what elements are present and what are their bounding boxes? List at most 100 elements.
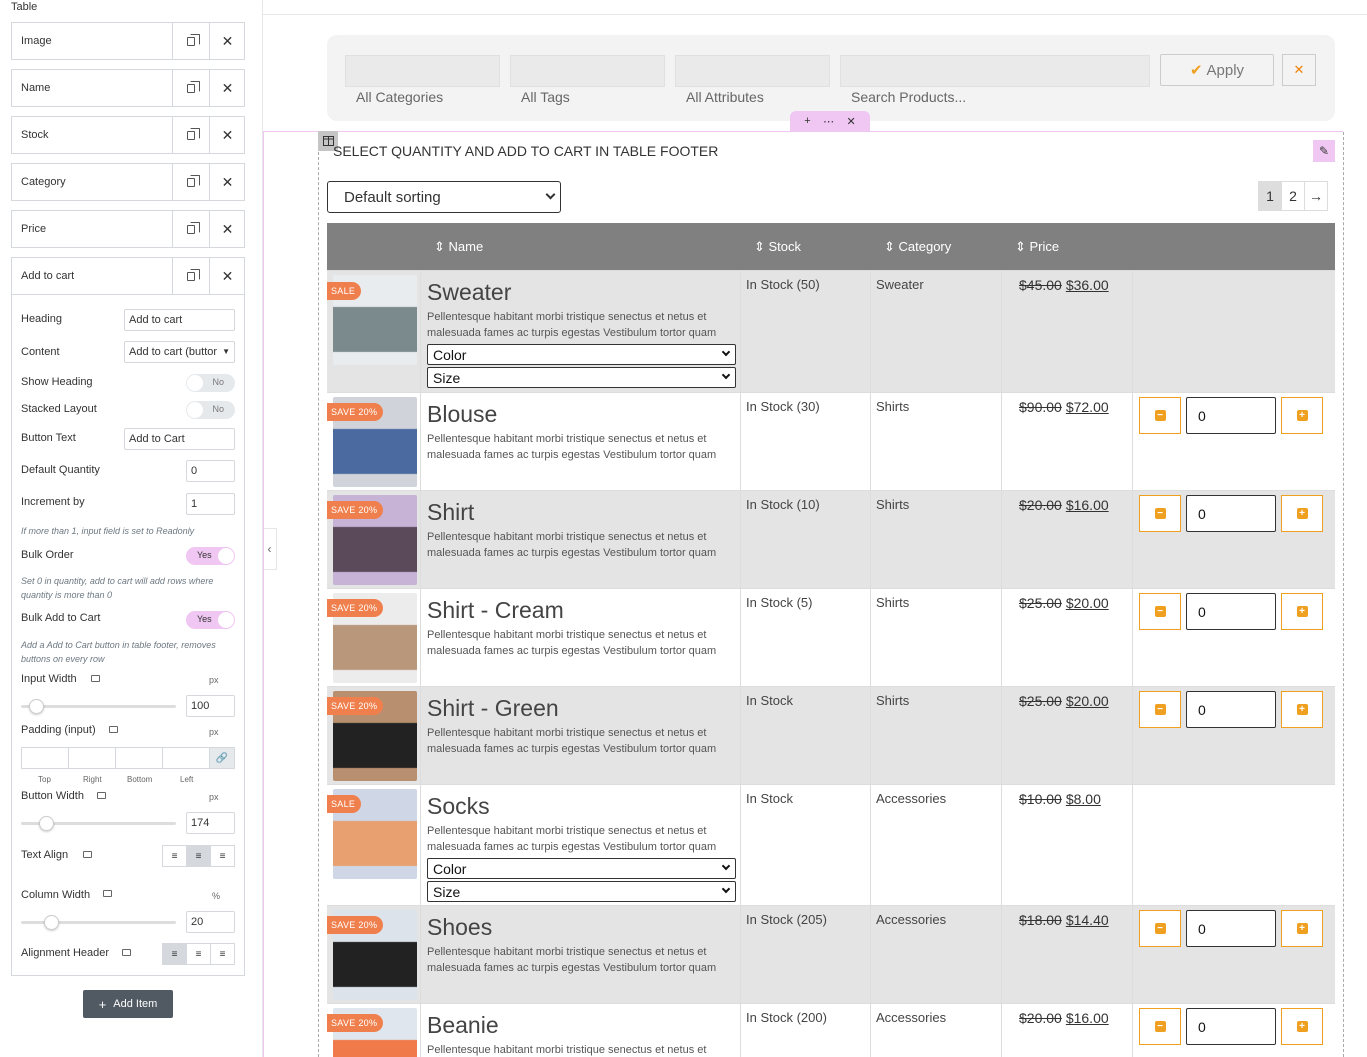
- align-right-icon[interactable]: ≡: [211, 846, 234, 866]
- drag-handle-icon[interactable]: ⋯: [823, 115, 834, 128]
- size-select[interactable]: Size: [427, 881, 736, 902]
- remove-icon[interactable]: ✕: [209, 70, 245, 106]
- slider-handle[interactable]: [44, 915, 59, 930]
- align-center-icon[interactable]: ≡: [187, 846, 211, 866]
- section-handle[interactable]: + ⋯ ✕: [790, 111, 870, 131]
- repeater-item[interactable]: Price ✕: [11, 210, 245, 248]
- align-center-icon[interactable]: ≡: [187, 944, 211, 964]
- increase-qty-button[interactable]: +: [1281, 691, 1323, 728]
- edit-widget-icon[interactable]: ✎: [1313, 140, 1335, 162]
- product-category[interactable]: Accessories: [876, 791, 946, 806]
- quantity-input[interactable]: 0: [1186, 495, 1276, 532]
- align-right-icon[interactable]: ≡: [211, 944, 234, 964]
- duplicate-icon[interactable]: [172, 23, 209, 59]
- product-name[interactable]: Beanie: [427, 1012, 499, 1039]
- increment-input[interactable]: 1: [186, 493, 235, 515]
- desktop-icon[interactable]: [109, 726, 118, 733]
- heading-input[interactable]: Add to cart: [124, 309, 235, 331]
- input-width-slider[interactable]: [21, 699, 176, 714]
- product-name[interactable]: Blouse: [427, 401, 497, 428]
- column-width-unit[interactable]: %: [212, 891, 220, 901]
- button-text-input[interactable]: Add to Cart: [124, 428, 235, 450]
- product-category[interactable]: Accessories: [876, 912, 946, 927]
- remove-icon[interactable]: ✕: [209, 164, 245, 200]
- duplicate-icon[interactable]: [172, 164, 209, 200]
- decrease-qty-button[interactable]: −: [1139, 593, 1181, 630]
- default-qty-input[interactable]: 0: [186, 460, 235, 482]
- decrease-qty-button[interactable]: −: [1139, 1008, 1181, 1045]
- padding-right-input[interactable]: [69, 748, 116, 768]
- slider-handle[interactable]: [39, 816, 54, 831]
- input-width-unit[interactable]: px: [209, 675, 219, 685]
- stacked-layout-toggle[interactable]: No: [186, 401, 235, 419]
- decrease-qty-button[interactable]: −: [1139, 397, 1181, 434]
- show-heading-toggle[interactable]: No: [186, 374, 235, 392]
- decrease-qty-button[interactable]: −: [1139, 691, 1181, 728]
- product-category[interactable]: Accessories: [876, 1010, 946, 1025]
- button-width-slider[interactable]: [21, 816, 176, 831]
- attributes-filter[interactable]: [675, 55, 830, 87]
- repeater-item[interactable]: Image ✕: [11, 22, 245, 60]
- bulk-order-toggle[interactable]: Yes: [186, 547, 235, 565]
- increase-qty-button[interactable]: +: [1281, 1008, 1323, 1045]
- product-category[interactable]: Shirts: [876, 399, 909, 414]
- decrease-qty-button[interactable]: −: [1139, 910, 1181, 947]
- page-2[interactable]: 2: [1281, 181, 1305, 211]
- input-width-input[interactable]: 100: [186, 695, 235, 717]
- product-category[interactable]: Shirts: [876, 693, 909, 708]
- quantity-input[interactable]: 0: [1186, 910, 1276, 947]
- size-select[interactable]: Size: [427, 367, 736, 388]
- sorting-select[interactable]: Default sorting: [327, 181, 561, 213]
- remove-icon[interactable]: ✕: [209, 23, 245, 59]
- page-1[interactable]: 1: [1258, 181, 1282, 211]
- header-name[interactable]: ⇕ Name: [434, 239, 483, 255]
- duplicate-icon[interactable]: [172, 70, 209, 106]
- product-name[interactable]: Socks: [427, 793, 490, 820]
- collapse-panel-button[interactable]: ‹: [263, 528, 277, 570]
- repeater-item[interactable]: Add to cart ✕: [11, 257, 245, 295]
- increase-qty-button[interactable]: +: [1281, 593, 1323, 630]
- categories-filter[interactable]: [345, 55, 500, 87]
- desktop-icon[interactable]: [103, 890, 112, 897]
- bulk-add-toggle[interactable]: Yes: [186, 611, 235, 629]
- remove-icon[interactable]: ✕: [209, 117, 245, 153]
- remove-icon[interactable]: ✕: [209, 211, 245, 247]
- quantity-input[interactable]: 0: [1186, 1008, 1276, 1045]
- content-select[interactable]: Add to cart (buttor ▼: [124, 341, 235, 363]
- reset-filters-button[interactable]: ✕: [1282, 54, 1316, 86]
- quantity-input[interactable]: 0: [1186, 691, 1276, 728]
- increase-qty-button[interactable]: +: [1281, 910, 1323, 947]
- desktop-icon[interactable]: [122, 949, 131, 956]
- header-stock[interactable]: ⇕ Stock: [754, 239, 801, 255]
- product-category[interactable]: Shirts: [876, 497, 909, 512]
- column-width-slider[interactable]: [21, 915, 176, 930]
- tags-filter[interactable]: [510, 55, 665, 87]
- product-name[interactable]: Shirt - Cream: [427, 597, 564, 624]
- delete-section-icon[interactable]: ✕: [847, 115, 856, 128]
- duplicate-icon[interactable]: [172, 258, 209, 294]
- product-name[interactable]: Shirt: [427, 499, 474, 526]
- desktop-icon[interactable]: [83, 851, 92, 858]
- color-select[interactable]: Color: [427, 858, 736, 879]
- slider-handle[interactable]: [29, 699, 44, 714]
- padding-unit[interactable]: px: [209, 727, 219, 737]
- increase-qty-button[interactable]: +: [1281, 495, 1323, 532]
- repeater-item[interactable]: Category ✕: [11, 163, 245, 201]
- repeater-item[interactable]: Stock ✕: [11, 116, 245, 154]
- padding-bottom-input[interactable]: [116, 748, 163, 768]
- product-category[interactable]: Sweater: [876, 277, 924, 292]
- duplicate-icon[interactable]: [172, 117, 209, 153]
- increase-qty-button[interactable]: +: [1281, 397, 1323, 434]
- next-page-icon[interactable]: →: [1304, 181, 1328, 211]
- desktop-icon[interactable]: [91, 675, 100, 682]
- remove-icon[interactable]: ✕: [209, 258, 245, 294]
- repeater-item[interactable]: Name ✕: [11, 69, 245, 107]
- search-input[interactable]: [840, 55, 1150, 87]
- desktop-icon[interactable]: [97, 792, 106, 799]
- align-left-icon[interactable]: ≡: [163, 944, 187, 964]
- button-width-input[interactable]: 174: [186, 812, 235, 834]
- link-icon[interactable]: 🔗: [210, 748, 234, 768]
- product-name[interactable]: Sweater: [427, 279, 511, 306]
- padding-left-input[interactable]: [163, 748, 210, 768]
- header-category[interactable]: ⇕ Category: [884, 239, 951, 255]
